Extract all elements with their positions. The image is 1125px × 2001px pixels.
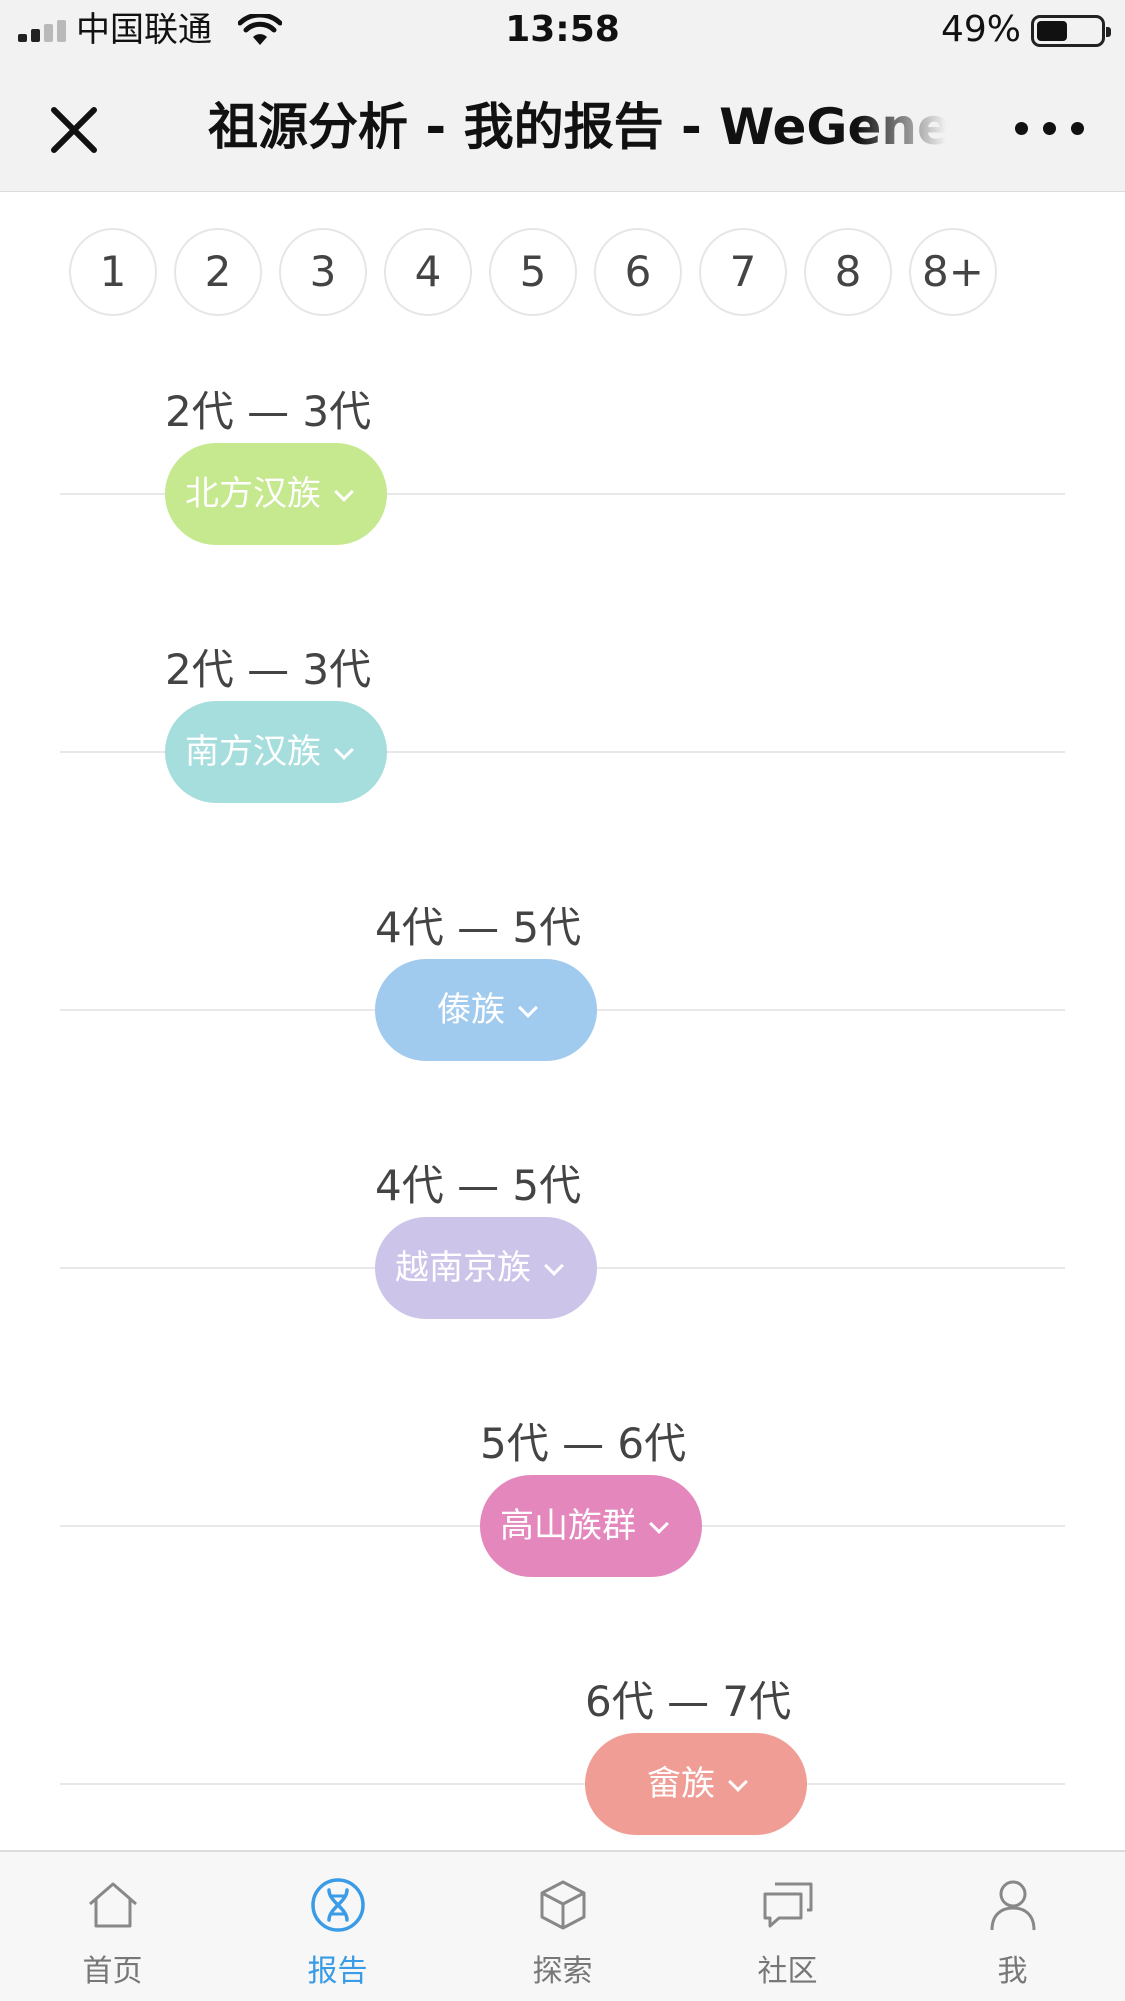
population-row: 4代 — 5代傣族 (0, 901, 1125, 1061)
population-row: 6代 — 7代畲族 (0, 1675, 1125, 1835)
generation-pill-6[interactable]: 6 (594, 228, 682, 316)
dna-icon (311, 1878, 365, 1932)
generation-range-label: 2代 — 3代 (165, 387, 372, 436)
population-row: 5代 — 6代高山族群 (0, 1417, 1125, 1577)
status-bar: 中国联通 13:58 49% (0, 0, 1125, 62)
battery-fill (1037, 21, 1067, 41)
timeline-line (60, 1783, 1065, 1785)
chevron-down-icon (518, 998, 538, 1018)
population-name: 傣族 (437, 990, 505, 1030)
more-icon[interactable] (1015, 114, 1085, 144)
generation-range-label: 4代 — 5代 (375, 1161, 582, 1210)
population-name: 越南京族 (395, 1248, 531, 1288)
tab-community[interactable]: 社区 (675, 1852, 900, 2001)
generation-range-label: 4代 — 5代 (375, 903, 582, 952)
tab-me[interactable]: 我 (900, 1852, 1125, 2001)
population-name: 北方汉族 (185, 474, 321, 514)
population-name: 南方汉族 (185, 732, 321, 772)
generation-pill-2[interactable]: 2 (174, 228, 262, 316)
close-icon[interactable] (46, 102, 102, 158)
generation-pill-1[interactable]: 1 (69, 228, 157, 316)
tab-label: 探索 (532, 1954, 593, 1989)
population-chip[interactable]: 畲族 (585, 1733, 807, 1835)
population-chip[interactable]: 傣族 (375, 959, 597, 1061)
battery-percent: 49% (940, 9, 1021, 50)
profile-icon (990, 1880, 1036, 1931)
population-chip[interactable]: 越南京族 (375, 1217, 597, 1319)
cube-icon (540, 1880, 586, 1930)
tab-home[interactable]: 首页 (0, 1852, 225, 2001)
chevron-down-icon (334, 482, 354, 502)
generation-pill-9[interactable]: 8+ (909, 228, 997, 316)
tab-label: 社区 (757, 1954, 818, 1989)
population-chip[interactable]: 高山族群 (480, 1475, 702, 1577)
generation-selector: 1 2 3 4 5 6 7 8 8+ (69, 228, 1029, 318)
generation-pill-3[interactable]: 3 (279, 228, 367, 316)
home-icon (89, 1882, 137, 1928)
population-row: 2代 — 3代南方汉族 (0, 643, 1125, 803)
chevron-down-icon (728, 1772, 748, 1792)
tab-bar: 首页 报告 探索 社区 我 (0, 1850, 1125, 2001)
tab-label: 报告 (307, 1954, 368, 1989)
chevron-down-icon (334, 740, 354, 760)
generation-pill-7[interactable]: 7 (699, 228, 787, 316)
generation-pill-4[interactable]: 4 (384, 228, 472, 316)
chevron-down-icon (544, 1256, 564, 1276)
generation-pill-8[interactable]: 8 (804, 228, 892, 316)
population-name: 畲族 (647, 1764, 715, 1804)
tab-label: 首页 (82, 1954, 143, 1989)
generation-range-label: 2代 — 3代 (165, 645, 372, 694)
generation-range-label: 5代 — 6代 (480, 1419, 687, 1468)
page-title: 祖源分析 - 我的报告 - WeGene (208, 98, 946, 156)
chevron-down-icon (649, 1514, 669, 1534)
population-row: 2代 — 3代北方汉族 (0, 385, 1125, 545)
tab-report[interactable]: 报告 (225, 1852, 450, 2001)
nav-bar: 祖源分析 - 我的报告 - WeGene (0, 62, 1125, 192)
generation-range-label: 6代 — 7代 (585, 1677, 792, 1726)
population-row: 4代 — 5代越南京族 (0, 1159, 1125, 1319)
population-name: 高山族群 (500, 1506, 636, 1546)
tab-label: 我 (997, 1954, 1028, 1989)
generation-pill-5[interactable]: 5 (489, 228, 577, 316)
battery-icon (1031, 15, 1111, 47)
population-chip[interactable]: 北方汉族 (165, 443, 387, 545)
chat-icon (763, 1882, 813, 1928)
population-chip[interactable]: 南方汉族 (165, 701, 387, 803)
tab-explore[interactable]: 探索 (450, 1852, 675, 2001)
